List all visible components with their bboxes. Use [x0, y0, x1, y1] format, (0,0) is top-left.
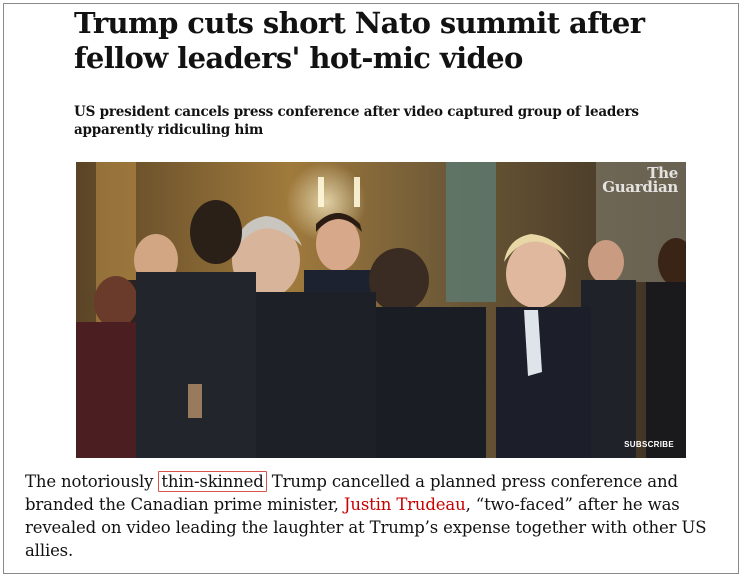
article-photo[interactable]: The Guardian SUBSCRIBE: [76, 162, 686, 458]
guardian-logo: The Guardian: [602, 164, 678, 196]
article-headline: Trump cuts short Nato summit after fello…: [74, 6, 645, 75]
highlighted-term: thin-skinned: [158, 471, 267, 492]
subscribe-label[interactable]: SUBSCRIBE: [624, 440, 674, 449]
body-text-part1: The notoriously: [25, 472, 159, 491]
article-standfirst: US president cancels press conference af…: [74, 104, 639, 138]
photo-scene: [76, 162, 686, 458]
article-body: The notoriously thin-skinned Trump cance…: [25, 470, 725, 562]
justin-trudeau-link[interactable]: Justin Trudeau: [344, 495, 466, 514]
